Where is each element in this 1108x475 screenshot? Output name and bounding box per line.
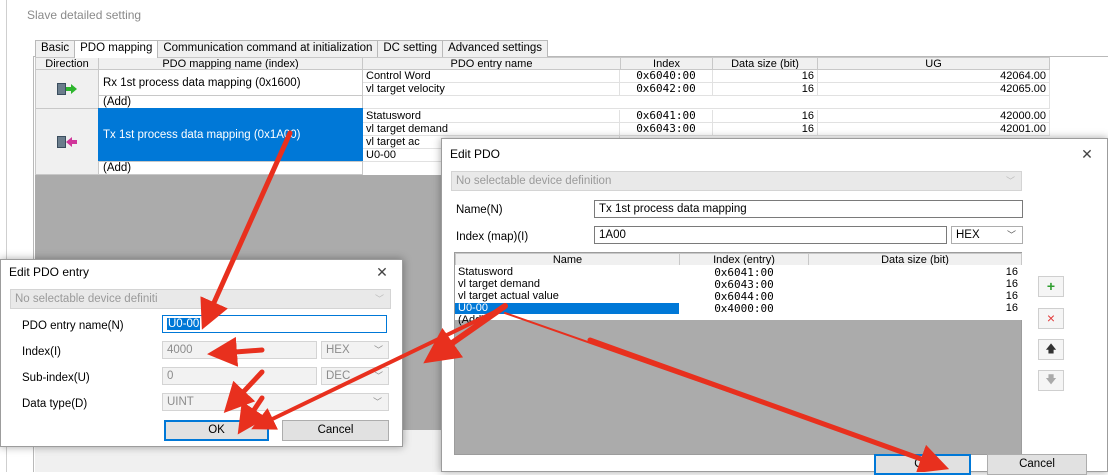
annotation-arrow — [237, 395, 267, 435]
annotation-arrow — [223, 369, 265, 413]
annotation-arrow — [200, 130, 293, 330]
annotation-overlay — [200, 130, 950, 472]
annotation-arrow — [587, 337, 950, 472]
annotation-arrow — [423, 303, 508, 364]
tab-pdo-mapping[interactable]: PDO mapping — [74, 40, 159, 58]
annotation-arrow — [207, 336, 265, 367]
annotation-arrow — [251, 305, 507, 430]
